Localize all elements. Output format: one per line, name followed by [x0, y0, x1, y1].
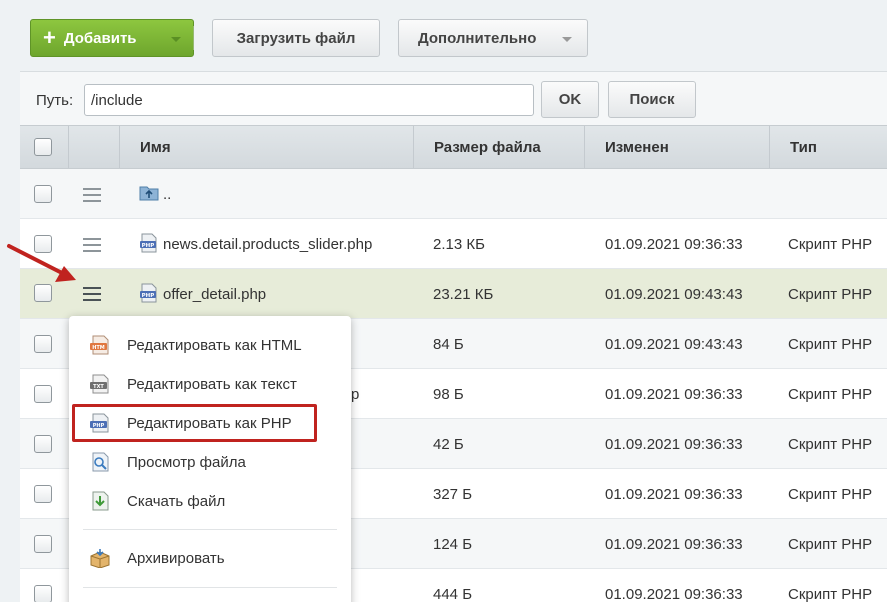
chevron-down-icon: [562, 37, 572, 42]
svg-text:PHP: PHP: [142, 243, 155, 249]
menu-item-label: Просмотр файла: [127, 453, 246, 471]
search-button[interactable]: Поиск: [608, 81, 696, 118]
svg-text:HTM: HTM: [92, 345, 105, 351]
row-menu-icon[interactable]: [83, 287, 101, 301]
file-modified: 01.09.2021 09:36:33: [605, 385, 743, 403]
file-size: 98 Б: [433, 385, 464, 403]
column-separator: [769, 126, 770, 168]
file-type: Скрипт PHP: [788, 435, 873, 453]
path-input[interactable]: [84, 84, 534, 116]
file-modified: 01.09.2021 09:36:33: [605, 435, 743, 453]
row-checkbox[interactable]: [34, 585, 52, 602]
column-header-modified[interactable]: Изменен: [605, 126, 669, 168]
add-button[interactable]: + Добавить: [30, 19, 194, 57]
preview-file-icon: [92, 452, 109, 472]
chevron-down-icon[interactable]: [171, 37, 181, 42]
annotation-arrow-icon: [7, 244, 76, 282]
file-type: Скрипт PHP: [788, 335, 873, 353]
file-type: Скрипт PHP: [788, 485, 873, 503]
menu-item-label: Редактировать как HTML: [127, 336, 302, 354]
plus-icon: +: [43, 25, 56, 50]
menu-item-label: Скачать файл: [127, 492, 226, 510]
column-separator: [413, 126, 414, 168]
path-ok-button[interactable]: OK: [541, 81, 599, 118]
html-file-icon: HTM: [90, 335, 109, 355]
column-header-type[interactable]: Тип: [790, 126, 817, 168]
file-modified: 01.09.2021 09:36:33: [605, 535, 743, 553]
menu-separator: [83, 587, 337, 588]
upload-file-button[interactable]: Загрузить файл: [212, 19, 380, 57]
menu-item-edit-html[interactable]: HTM Редактировать как HTML: [69, 327, 351, 363]
menu-item-label: Редактировать как текст: [127, 375, 297, 393]
column-separator: [68, 126, 69, 168]
file-modified: 01.09.2021 09:36:33: [605, 485, 743, 503]
column-separator: [584, 126, 585, 168]
svg-text:TXT: TXT: [93, 384, 104, 390]
column-header-name[interactable]: Имя: [140, 126, 171, 168]
folder-up-icon: [139, 186, 159, 201]
toolbar: + Добавить Загрузить файл Дополнительно: [0, 0, 887, 72]
menu-item-download-file[interactable]: Скачать файл: [69, 483, 351, 519]
download-file-icon: [92, 491, 109, 511]
column-header-size[interactable]: Размер файла: [434, 126, 541, 168]
table-header: Имя Размер файла Изменен Тип: [20, 125, 887, 169]
file-type: Скрипт PHP: [788, 235, 873, 253]
file-name[interactable]: offer_detail.php: [163, 269, 266, 319]
more-actions-button[interactable]: Дополнительно: [398, 19, 588, 57]
file-size: 124 Б: [433, 535, 473, 553]
table-row[interactable]: ..: [20, 169, 887, 219]
file-size: 444 Б: [433, 585, 473, 602]
file-type: Скрипт PHP: [788, 585, 873, 602]
annotation-highlight-box: [72, 404, 317, 442]
file-type: Скрипт PHP: [788, 285, 873, 303]
php-file-icon: PHP: [140, 283, 157, 303]
file-modified: 01.09.2021 09:36:33: [605, 585, 743, 602]
select-all-checkbox[interactable]: [34, 138, 52, 156]
file-modified: 01.09.2021 09:43:43: [605, 335, 743, 353]
file-type: Скрипт PHP: [788, 385, 873, 403]
file-size: 2.13 КБ: [433, 235, 485, 253]
archive-box-icon: [90, 549, 110, 568]
file-size: 23.21 КБ: [433, 285, 494, 303]
row-checkbox[interactable]: [34, 385, 52, 403]
file-size: 327 Б: [433, 485, 473, 503]
file-modified: 01.09.2021 09:43:43: [605, 285, 743, 303]
table-row[interactable]: PHP news.detail.products_slider.php 2.13…: [20, 219, 887, 269]
file-name[interactable]: р: [351, 369, 359, 419]
file-name[interactable]: news.detail.products_slider.php: [163, 219, 372, 269]
more-actions-label: Дополнительно: [418, 29, 537, 47]
txt-file-icon: TXT: [90, 374, 109, 394]
row-checkbox[interactable]: [34, 535, 52, 553]
add-button-label: Добавить: [63, 29, 137, 47]
menu-item-archive[interactable]: Архивировать: [69, 540, 351, 576]
row-menu-icon[interactable]: [83, 188, 101, 202]
menu-item-label: Архивировать: [127, 549, 225, 567]
file-type: Скрипт PHP: [788, 535, 873, 553]
file-size: 84 Б: [433, 335, 464, 353]
row-checkbox[interactable]: [34, 485, 52, 503]
column-separator: [119, 126, 120, 168]
menu-item-preview-file[interactable]: Просмотр файла: [69, 444, 351, 480]
add-button-divider: [193, 26, 194, 50]
row-checkbox[interactable]: [34, 335, 52, 353]
php-file-icon: PHP: [140, 233, 157, 253]
file-name[interactable]: ..: [163, 169, 171, 219]
menu-separator: [83, 529, 337, 530]
svg-text:PHP: PHP: [142, 293, 155, 299]
file-size: 42 Б: [433, 435, 464, 453]
menu-item-edit-text[interactable]: TXT Редактировать как текст: [69, 366, 351, 402]
row-checkbox[interactable]: [34, 185, 52, 203]
file-context-menu: HTM Редактировать как HTML TXT Редактиро…: [69, 316, 351, 602]
file-modified: 01.09.2021 09:36:33: [605, 235, 743, 253]
row-checkbox[interactable]: [34, 435, 52, 453]
table-row-selected[interactable]: PHP offer_detail.php 23.21 КБ 01.09.2021…: [20, 269, 887, 319]
path-label: Путь:: [36, 92, 74, 109]
